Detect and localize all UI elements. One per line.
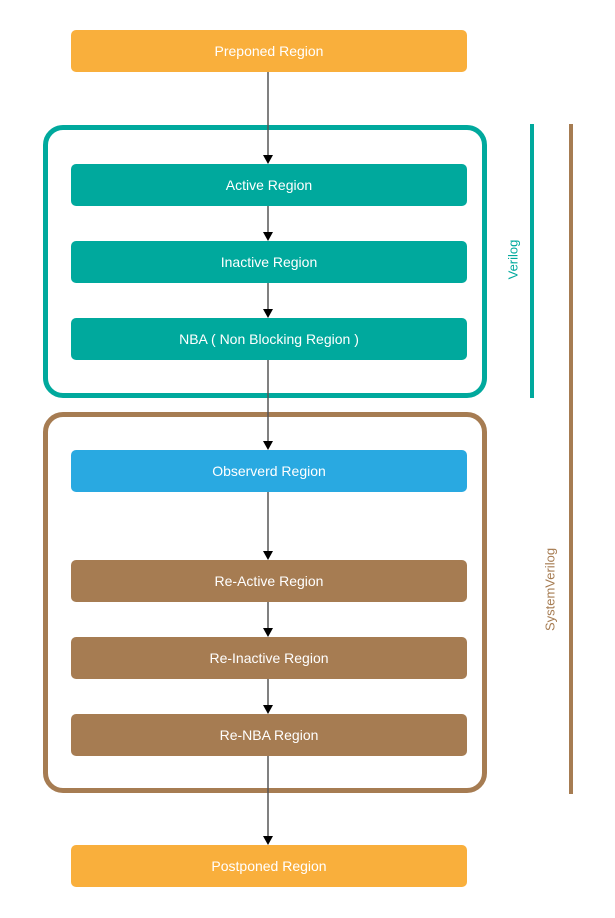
region-nba: NBA ( Non Blocking Region ) <box>71 318 467 360</box>
arrowhead-icon <box>263 551 273 560</box>
arrowhead-icon <box>263 628 273 637</box>
region-inactive: Inactive Region <box>71 241 467 283</box>
region-label: Observerd Region <box>212 463 326 479</box>
region-postponed: Postponed Region <box>71 845 467 887</box>
arrowhead-icon <box>263 155 273 164</box>
arrowhead-icon <box>263 232 273 241</box>
region-observed: Observerd Region <box>71 450 467 492</box>
arrowhead-icon <box>263 836 273 845</box>
systemverilog-bracket-bar <box>569 124 573 794</box>
verilog-label: Verilog <box>505 239 521 280</box>
arrowhead-icon <box>263 441 273 450</box>
region-re-active: Re-Active Region <box>71 560 467 602</box>
verilog-bracket-bar <box>530 124 534 398</box>
region-label: Preponed Region <box>214 43 324 59</box>
region-label: Postponed Region <box>211 858 327 874</box>
region-label: Inactive Region <box>220 254 318 270</box>
arrowhead-icon <box>263 309 273 318</box>
region-label: Re-NBA Region <box>219 727 319 743</box>
region-label: NBA ( Non Blocking Region ) <box>179 331 359 347</box>
region-re-nba: Re-NBA Region <box>71 714 467 756</box>
region-label: Active Region <box>225 177 313 193</box>
region-label: Re-Active Region <box>214 573 324 589</box>
region-preponed: Preponed Region <box>71 30 467 72</box>
region-active: Active Region <box>71 164 467 206</box>
region-label: Re-Inactive Region <box>209 650 329 666</box>
systemverilog-label: SystemVerilog <box>542 547 558 632</box>
region-re-inactive: Re-Inactive Region <box>71 637 467 679</box>
arrowhead-icon <box>263 705 273 714</box>
